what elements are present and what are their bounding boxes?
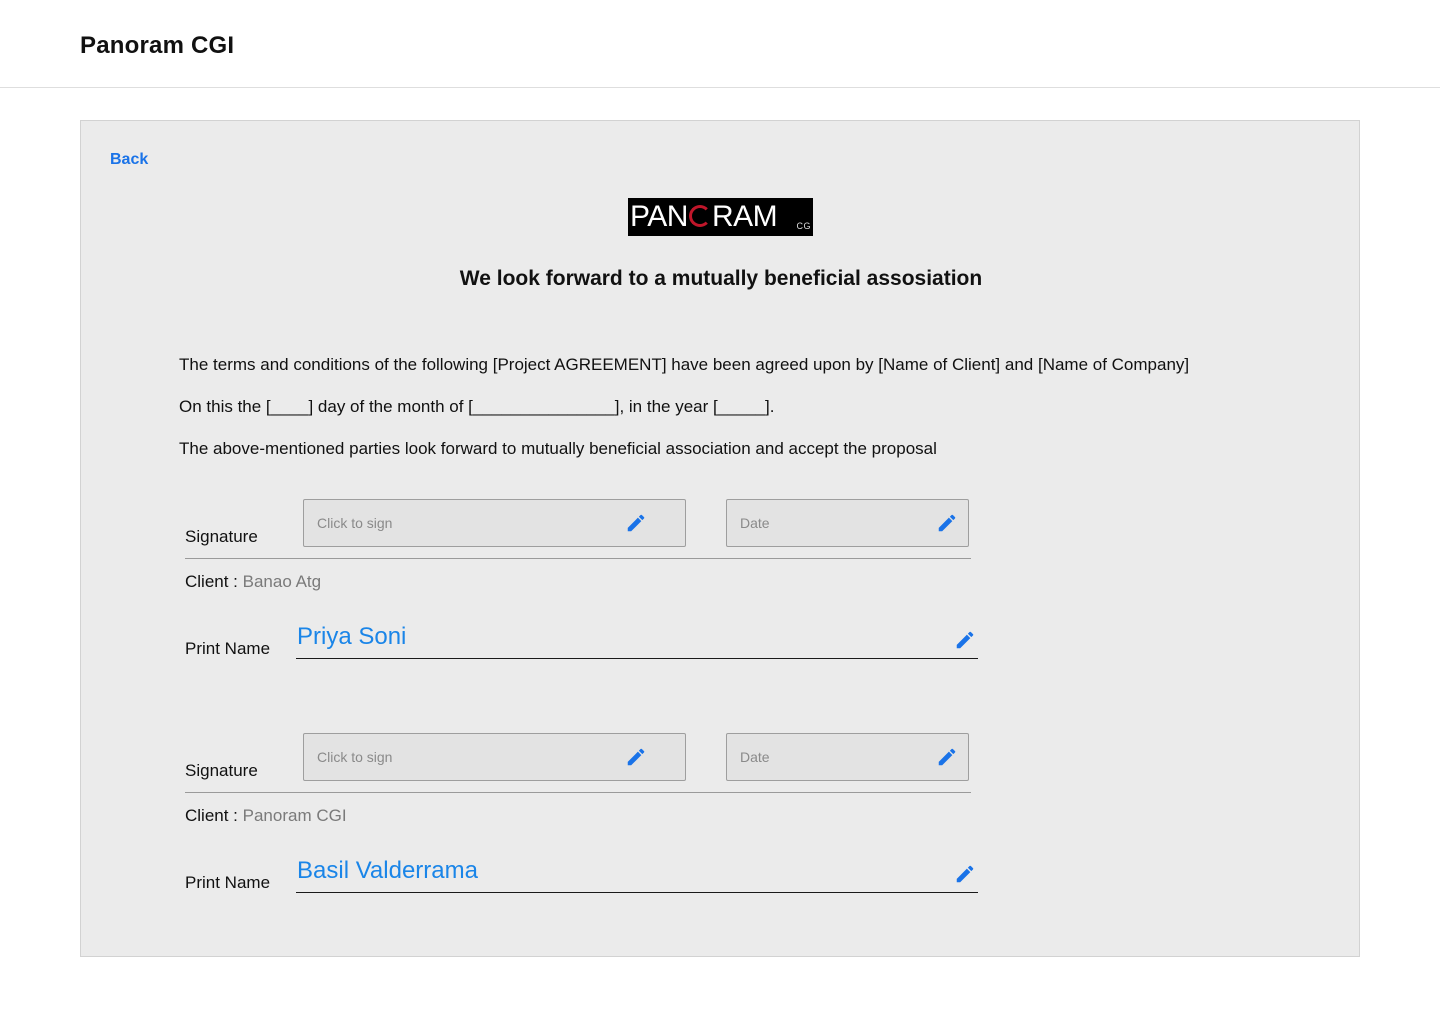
date-paragraph: On this the [____] day of the month of [… bbox=[179, 397, 775, 416]
print-name-field[interactable]: Priya Soni bbox=[296, 621, 978, 659]
pencil-icon[interactable] bbox=[625, 746, 647, 768]
print-name-value: Priya Soni bbox=[297, 623, 407, 650]
back-link[interactable]: Back bbox=[110, 151, 148, 169]
pencil-icon[interactable] bbox=[936, 746, 958, 768]
acceptance-paragraph: The above-mentioned parties look forward… bbox=[179, 439, 937, 458]
logo-ring-icon bbox=[688, 205, 711, 227]
sign-placeholder: Click to sign bbox=[317, 515, 393, 531]
client-line: Client : Banao Atg bbox=[185, 572, 321, 592]
signature-label: Signature bbox=[185, 527, 258, 546]
pencil-icon[interactable] bbox=[936, 512, 958, 534]
sign-field[interactable]: Click to sign bbox=[303, 733, 686, 781]
date-placeholder: Date bbox=[740, 515, 770, 531]
pencil-icon[interactable] bbox=[954, 863, 976, 885]
top-bar: Panoram CGI bbox=[0, 0, 1440, 88]
client-value: Banao Atg bbox=[242, 572, 322, 591]
app-title: Panoram CGI bbox=[80, 32, 235, 59]
divider bbox=[185, 558, 971, 559]
client-value: Panoram CGI bbox=[242, 806, 347, 825]
client-key: Client : bbox=[185, 806, 243, 825]
date-placeholder: Date bbox=[740, 749, 770, 765]
pencil-icon[interactable] bbox=[625, 512, 647, 534]
signature-label: Signature bbox=[185, 761, 258, 780]
client-line: Client : Panoram CGI bbox=[185, 806, 347, 826]
print-name-label: Print Name bbox=[185, 873, 271, 892]
page-heading: We look forward to a mutually beneficial… bbox=[459, 267, 983, 290]
print-name-label: Print Name bbox=[185, 639, 271, 658]
terms-paragraph: The terms and conditions of the followin… bbox=[179, 355, 1190, 374]
logo-wordmark: PAN RAM bbox=[630, 200, 778, 233]
panoram-logo: PAN RAM CG bbox=[628, 198, 813, 236]
date-field[interactable]: Date bbox=[726, 499, 969, 547]
print-name-field[interactable]: Basil Valderrama bbox=[296, 855, 978, 893]
sign-placeholder: Click to sign bbox=[317, 749, 393, 765]
pencil-icon[interactable] bbox=[954, 629, 976, 651]
print-name-value: Basil Valderrama bbox=[297, 857, 478, 884]
agreement-card: Back PAN RAM CG We look forward to a mutu… bbox=[80, 120, 1360, 957]
client-key: Client : bbox=[185, 572, 243, 591]
sign-field[interactable]: Click to sign bbox=[303, 499, 686, 547]
logo-suffix: CG bbox=[796, 221, 811, 231]
divider bbox=[185, 792, 971, 793]
date-field[interactable]: Date bbox=[726, 733, 969, 781]
